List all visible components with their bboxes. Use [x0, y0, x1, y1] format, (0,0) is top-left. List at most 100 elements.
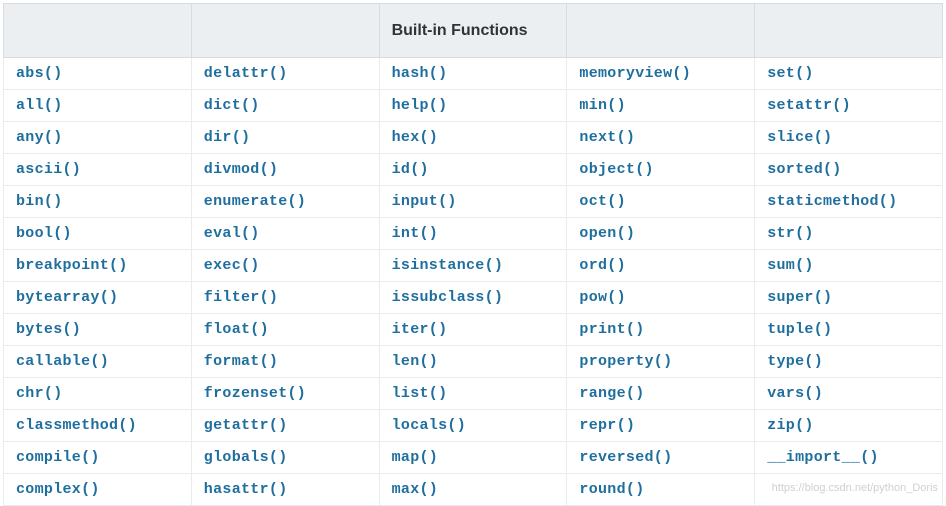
function-link[interactable]: map()	[392, 449, 439, 466]
function-link[interactable]: frozenset()	[204, 385, 306, 402]
function-link[interactable]: all()	[16, 97, 63, 114]
table-cell: bool()	[4, 218, 192, 250]
function-link[interactable]: repr()	[579, 417, 635, 434]
table-cell: open()	[567, 218, 755, 250]
function-link[interactable]: complex()	[16, 481, 100, 498]
function-link[interactable]: slice()	[767, 129, 832, 146]
function-link[interactable]: staticmethod()	[767, 193, 897, 210]
function-link[interactable]: property()	[579, 353, 672, 370]
function-link[interactable]: bool()	[16, 225, 72, 242]
builtin-functions-table: Built-in Functions abs() delattr() hash() m…	[3, 3, 943, 506]
function-link[interactable]: len()	[392, 353, 439, 370]
table-header-row: Built-in Functions	[4, 4, 943, 58]
table-cell: divmod()	[191, 154, 379, 186]
function-link[interactable]: globals()	[204, 449, 288, 466]
table-cell: compile()	[4, 442, 192, 474]
function-link[interactable]: hasattr()	[204, 481, 288, 498]
function-link[interactable]: eval()	[204, 225, 260, 242]
function-link[interactable]: compile()	[16, 449, 100, 466]
table-cell: print()	[567, 314, 755, 346]
table-header-cell	[567, 4, 755, 58]
function-link[interactable]: range()	[579, 385, 644, 402]
function-link[interactable]: oct()	[579, 193, 626, 210]
function-link[interactable]: iter()	[392, 321, 448, 338]
table-cell: bytearray()	[4, 282, 192, 314]
function-link[interactable]: bytes()	[16, 321, 81, 338]
function-link[interactable]: pow()	[579, 289, 626, 306]
function-link[interactable]: zip()	[767, 417, 814, 434]
function-link[interactable]: type()	[767, 353, 823, 370]
function-link[interactable]: id()	[392, 161, 429, 178]
function-link[interactable]: help()	[392, 97, 448, 114]
function-link[interactable]: exec()	[204, 257, 260, 274]
function-link[interactable]: max()	[392, 481, 439, 498]
table-cell: hash()	[379, 58, 567, 90]
function-link[interactable]: delattr()	[204, 65, 288, 82]
function-link[interactable]: input()	[392, 193, 457, 210]
function-link[interactable]: format()	[204, 353, 278, 370]
function-link[interactable]: sorted()	[767, 161, 841, 178]
table-cell: format()	[191, 346, 379, 378]
function-link[interactable]: memoryview()	[579, 65, 691, 82]
table-cell: oct()	[567, 186, 755, 218]
function-link[interactable]: sum()	[767, 257, 814, 274]
function-link[interactable]: breakpoint()	[16, 257, 128, 274]
table-cell: id()	[379, 154, 567, 186]
function-link[interactable]: enumerate()	[204, 193, 306, 210]
function-link[interactable]: int()	[392, 225, 439, 242]
function-link[interactable]: filter()	[204, 289, 278, 306]
function-link[interactable]: dict()	[204, 97, 260, 114]
table-cell: object()	[567, 154, 755, 186]
table-cell: any()	[4, 122, 192, 154]
function-link[interactable]: locals()	[392, 417, 466, 434]
function-link[interactable]: __import__()	[767, 449, 879, 466]
table-cell: sum()	[755, 250, 943, 282]
function-link[interactable]: str()	[767, 225, 814, 242]
function-link[interactable]: object()	[579, 161, 653, 178]
table-row: chr() frozenset() list() range() vars()	[4, 378, 943, 410]
table-cell: repr()	[567, 410, 755, 442]
function-link[interactable]: hash()	[392, 65, 448, 82]
function-link[interactable]: abs()	[16, 65, 63, 82]
function-link[interactable]: ord()	[579, 257, 626, 274]
function-link[interactable]: hex()	[392, 129, 439, 146]
function-link[interactable]: any()	[16, 129, 63, 146]
watermark-text: https://blog.csdn.net/python_Doris	[772, 482, 938, 494]
function-link[interactable]: next()	[579, 129, 635, 146]
function-link[interactable]: isinstance()	[392, 257, 504, 274]
table-cell: setattr()	[755, 90, 943, 122]
function-link[interactable]: getattr()	[204, 417, 288, 434]
table-row: bin() enumerate() input() oct() staticmethod…	[4, 186, 943, 218]
function-link[interactable]: classmethod()	[16, 417, 137, 434]
function-link[interactable]: issubclass()	[392, 289, 504, 306]
table-header-cell	[191, 4, 379, 58]
function-link[interactable]: bytearray()	[16, 289, 118, 306]
function-link[interactable]: super()	[767, 289, 832, 306]
function-link[interactable]: min()	[579, 97, 626, 114]
function-link[interactable]: ascii()	[16, 161, 81, 178]
function-link[interactable]: round()	[579, 481, 644, 498]
function-link[interactable]: print()	[579, 321, 644, 338]
table-row: abs() delattr() hash() memoryview() set()	[4, 58, 943, 90]
function-link[interactable]: set()	[767, 65, 814, 82]
function-link[interactable]: open()	[579, 225, 635, 242]
table-cell: frozenset()	[191, 378, 379, 410]
function-link[interactable]: bin()	[16, 193, 63, 210]
function-link[interactable]: list()	[392, 385, 448, 402]
function-link[interactable]: tuple()	[767, 321, 832, 338]
function-link[interactable]: vars()	[767, 385, 823, 402]
table-row: compile() globals() map() reversed() __impor…	[4, 442, 943, 474]
table-cell: staticmethod()	[755, 186, 943, 218]
table-row: bool() eval() int() open() str()	[4, 218, 943, 250]
table-cell: pow()	[567, 282, 755, 314]
function-link[interactable]: divmod()	[204, 161, 278, 178]
function-link[interactable]: callable()	[16, 353, 109, 370]
table-cell: isinstance()	[379, 250, 567, 282]
table-cell: classmethod()	[4, 410, 192, 442]
function-link[interactable]: chr()	[16, 385, 63, 402]
table-cell: complex()	[4, 474, 192, 506]
function-link[interactable]: float()	[204, 321, 269, 338]
function-link[interactable]: dir()	[204, 129, 251, 146]
function-link[interactable]: setattr()	[767, 97, 851, 114]
function-link[interactable]: reversed()	[579, 449, 672, 466]
